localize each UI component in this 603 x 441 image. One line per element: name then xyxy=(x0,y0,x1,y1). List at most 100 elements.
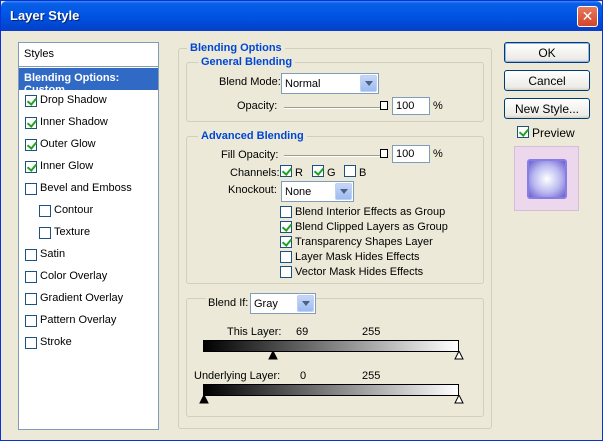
styles-item-texture[interactable]: Texture xyxy=(19,222,158,244)
this-layer-high-value: 255 xyxy=(362,326,381,338)
styles-item-label: Inner Glow xyxy=(40,160,94,172)
this-layer-low-value: 69 xyxy=(296,326,309,338)
styles-item-label: Inner Shadow xyxy=(40,116,108,128)
opacity-percent: % xyxy=(433,100,443,112)
styles-item-stroke[interactable]: Stroke xyxy=(19,332,158,354)
underlying-layer-low-value: 0 xyxy=(300,370,307,382)
styles-item-inner-glow[interactable]: Inner Glow xyxy=(19,156,158,178)
blend-if-select[interactable]: Gray xyxy=(250,293,316,314)
contour-checkbox[interactable] xyxy=(39,205,51,217)
styles-item-label: Outer Glow xyxy=(40,138,96,150)
blend-clipped-layers-checkbox[interactable] xyxy=(280,221,292,233)
styles-item-label: Contour xyxy=(54,204,94,216)
outer-glow-checkbox[interactable] xyxy=(25,139,37,151)
layer-style-dialog: Layer Style ✕ Styles Blending Options: C… xyxy=(0,0,603,441)
underlying-layer-gradient-bar xyxy=(203,384,459,396)
this-layer-gradient-bar xyxy=(203,340,459,352)
styles-item-label: Gradient Overlay xyxy=(40,292,124,304)
pattern-overlay-checkbox[interactable] xyxy=(25,315,37,327)
blend-if-group xyxy=(186,298,484,417)
fill-opacity-slider-track[interactable] xyxy=(284,155,386,157)
texture-checkbox[interactable] xyxy=(39,227,51,239)
blend-interior-effects-label: Blend Interior Effects as Group xyxy=(295,206,446,218)
styles-list: Styles Blending Options: Custom Drop Sha… xyxy=(18,42,159,430)
styles-item-drop-shadow[interactable]: Drop Shadow xyxy=(19,90,158,112)
drop-shadow-checkbox[interactable] xyxy=(25,95,37,107)
fill-opacity-input[interactable]: 100 xyxy=(392,145,430,163)
blend-if-value: Gray xyxy=(254,298,278,310)
preview-swatch xyxy=(527,159,567,199)
chevron-down-icon[interactable] xyxy=(360,75,377,92)
close-button[interactable]: ✕ xyxy=(577,6,598,27)
this-layer-label: This Layer: xyxy=(227,326,282,338)
underlying-layer-high-value: 255 xyxy=(362,370,381,382)
opacity-input[interactable]: 100 xyxy=(392,97,430,115)
underlying-layer-label: Underlying Layer: xyxy=(194,370,281,382)
styles-item-color-overlay[interactable]: Color Overlay xyxy=(19,266,158,288)
inner-shadow-checkbox[interactable] xyxy=(25,117,37,129)
general-blending-title: General Blending xyxy=(198,56,296,68)
satin-checkbox[interactable] xyxy=(25,249,37,261)
knockout-label: Knockout: xyxy=(228,184,277,196)
title-bar: Layer Style ✕ xyxy=(1,1,602,31)
knockout-select[interactable]: None xyxy=(281,181,354,202)
bevel-emboss-checkbox[interactable] xyxy=(25,183,37,195)
knockout-value: None xyxy=(285,186,312,198)
channel-r-checkbox[interactable] xyxy=(280,165,292,177)
cancel-button[interactable]: Cancel xyxy=(504,70,590,91)
styles-item-label: Drop Shadow xyxy=(40,94,107,106)
style-preview-thumbnail xyxy=(514,146,579,211)
styles-item-bevel-emboss[interactable]: Bevel and Emboss xyxy=(19,178,158,200)
channel-r-label: R xyxy=(295,167,303,179)
styles-header[interactable]: Styles xyxy=(19,43,158,67)
preview-checkbox[interactable] xyxy=(517,126,529,138)
styles-item-outer-glow[interactable]: Outer Glow xyxy=(19,134,158,156)
styles-item-pattern-overlay[interactable]: Pattern Overlay xyxy=(19,310,158,332)
new-style-button[interactable]: New Style... xyxy=(504,98,590,119)
opacity-slider-thumb[interactable] xyxy=(380,101,388,110)
vector-mask-hides-checkbox[interactable] xyxy=(280,266,292,278)
stroke-checkbox[interactable] xyxy=(25,337,37,349)
channel-g-checkbox[interactable] xyxy=(312,165,324,177)
styles-item-gradient-overlay[interactable]: Gradient Overlay xyxy=(19,288,158,310)
inner-glow-checkbox[interactable] xyxy=(25,161,37,173)
this-layer-low-handle[interactable] xyxy=(268,351,278,360)
underlying-layer-low-handle[interactable] xyxy=(199,395,209,404)
fill-opacity-percent: % xyxy=(433,148,443,160)
opacity-slider-track[interactable] xyxy=(284,107,386,109)
blending-options-title: Blending Options xyxy=(187,42,285,54)
chevron-down-icon[interactable] xyxy=(335,183,352,200)
styles-item-label: Bevel and Emboss xyxy=(40,182,132,194)
blend-mode-select[interactable]: Normal xyxy=(281,73,379,94)
blend-interior-effects-checkbox[interactable] xyxy=(280,206,292,218)
blend-clipped-layers-label: Blend Clipped Layers as Group xyxy=(295,221,448,233)
styles-item-contour[interactable]: Contour xyxy=(19,200,158,222)
blend-mode-label: Blend Mode: xyxy=(219,76,281,88)
transparency-shapes-checkbox[interactable] xyxy=(280,236,292,248)
layer-mask-hides-checkbox[interactable] xyxy=(280,251,292,263)
styles-item-label: Color Overlay xyxy=(40,270,108,282)
opacity-label: Opacity: xyxy=(237,100,278,112)
styles-item-inner-shadow[interactable]: Inner Shadow xyxy=(19,112,158,134)
advanced-blending-title: Advanced Blending xyxy=(198,130,307,142)
transparency-shapes-label: Transparency Shapes Layer xyxy=(295,236,433,248)
channel-b-checkbox[interactable] xyxy=(344,165,356,177)
gradient-overlay-checkbox[interactable] xyxy=(25,293,37,305)
layer-mask-hides-label: Layer Mask Hides Effects xyxy=(295,251,420,263)
channel-b-label: B xyxy=(359,167,367,179)
window-title: Layer Style xyxy=(10,8,80,23)
color-overlay-checkbox[interactable] xyxy=(25,271,37,283)
blend-mode-value: Normal xyxy=(285,78,321,90)
styles-item-blending-options[interactable]: Blending Options: Custom xyxy=(19,68,158,96)
chevron-down-icon[interactable] xyxy=(297,295,314,312)
styles-item-label: Texture xyxy=(54,226,91,238)
styles-item-label: Pattern Overlay xyxy=(40,314,117,326)
underlying-layer-high-handle[interactable] xyxy=(454,395,464,404)
this-layer-high-handle[interactable] xyxy=(454,351,464,360)
fill-opacity-slider-thumb[interactable] xyxy=(380,149,388,158)
blend-if-label: Blend If: xyxy=(206,297,251,309)
channel-g-label: G xyxy=(327,167,336,179)
styles-item-satin[interactable]: Satin xyxy=(19,244,158,266)
ok-button[interactable]: OK xyxy=(504,42,590,63)
styles-item-label: Stroke xyxy=(40,336,72,348)
